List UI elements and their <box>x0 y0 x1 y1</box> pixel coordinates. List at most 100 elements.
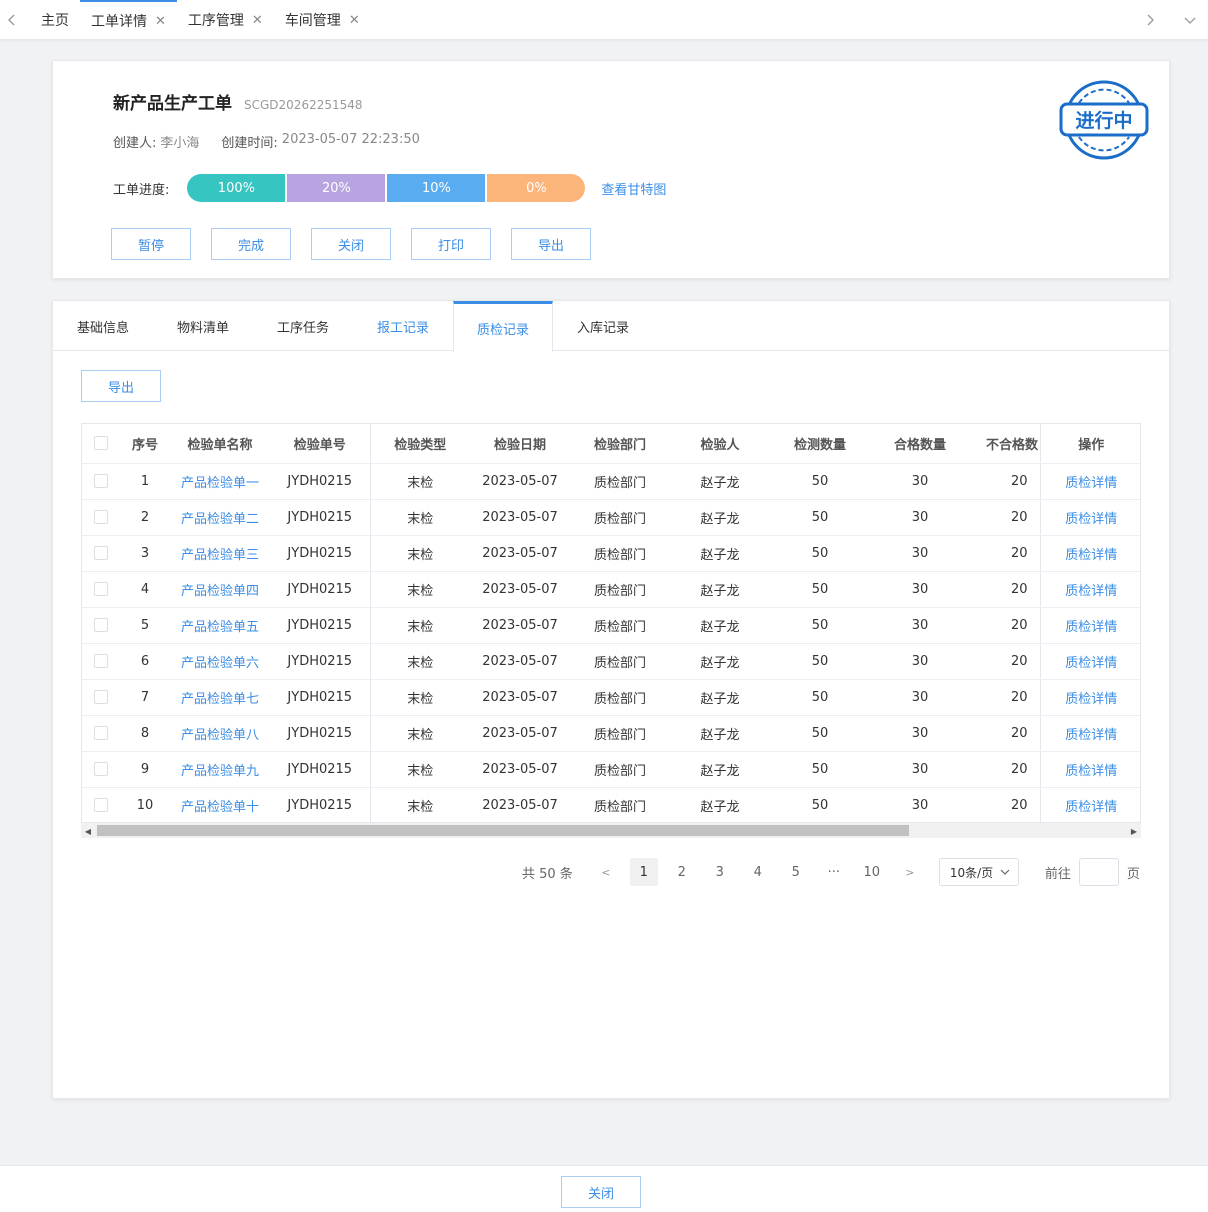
page-number[interactable]: 1 <box>629 858 658 886</box>
inspection-dept: 质检部门 <box>570 535 670 572</box>
prev-page-icon[interactable]: < <box>592 858 620 886</box>
inspection-name-link[interactable]: 产品检验单一 <box>170 463 270 500</box>
detail-tab[interactable]: 基础信息 <box>53 301 153 351</box>
row-checkbox[interactable] <box>82 463 120 500</box>
chevron-right-icon[interactable] <box>1138 0 1162 40</box>
page-size-select[interactable]: 10条/页 <box>938 858 1019 886</box>
inspection-dept: 质检部门 <box>570 787 670 824</box>
inspection-type: 末检 <box>370 463 470 500</box>
table-row: 1 产品检验单一 JYDH0215 末检 2023-05-07 质检部门 赵子龙 50 30 20… <box>82 463 1140 500</box>
horizontal-scrollbar[interactable]: ◀ ▶ <box>81 822 1141 838</box>
more-pages-icon[interactable]: ··· <box>820 858 848 886</box>
row-checkbox[interactable] <box>82 751 120 788</box>
page-number[interactable]: 5 <box>782 858 810 886</box>
chevron-left-icon[interactable] <box>0 0 24 40</box>
top-tab-label: 主页 <box>41 13 69 29</box>
row-checkbox[interactable] <box>82 535 120 572</box>
progress-row: 工单进度: 100% 20% 10% 0% 查看甘特图 <box>113 174 666 202</box>
inspection-name-link[interactable]: 产品检验单三 <box>170 535 270 572</box>
detail-link[interactable]: 质检详情 <box>1039 715 1140 752</box>
inspection-type: 末检 <box>370 787 470 824</box>
row-checkbox[interactable] <box>82 787 120 824</box>
row-checkbox[interactable] <box>82 607 120 644</box>
inspection-name-link[interactable]: 产品检验单五 <box>170 607 270 644</box>
inspection-name-link[interactable]: 产品检验单二 <box>170 499 270 536</box>
pass-qty: 30 <box>870 607 970 644</box>
page-number[interactable]: 10 <box>858 858 886 886</box>
work-order-header-card: 新产品生产工单 SCGD20262251548 创建人: 李小海 创建时间: 2… <box>52 60 1170 279</box>
top-tab-label: 工序管理 <box>187 13 244 29</box>
select-all-checkbox[interactable] <box>82 424 120 464</box>
stamp-text: 进行中 <box>1075 109 1132 132</box>
inspection-type: 末检 <box>370 535 470 572</box>
inspection-date: 2023-05-07 <box>470 787 570 824</box>
export-button[interactable]: 导出 <box>511 228 591 260</box>
top-tab[interactable]: 主页 <box>30 0 80 40</box>
scroll-left-arrow-icon[interactable]: ◀ <box>81 823 95 839</box>
detail-link[interactable]: 质检详情 <box>1039 787 1140 824</box>
detail-link[interactable]: 质检详情 <box>1039 499 1140 536</box>
progress-segment: 10% <box>387 174 486 202</box>
inspection-date: 2023-05-07 <box>470 643 570 680</box>
export-button[interactable]: 导出 <box>81 370 161 402</box>
detail-tab[interactable]: 工序任务 <box>253 301 353 351</box>
top-tab[interactable]: 工序管理 ✕ <box>177 0 274 40</box>
row-checkbox[interactable] <box>82 643 120 680</box>
top-tab[interactable]: 车间管理 ✕ <box>274 0 371 40</box>
row-checkbox[interactable] <box>82 679 120 716</box>
inspection-date: 2023-05-07 <box>470 715 570 752</box>
gantt-chart-link[interactable]: 查看甘特图 <box>601 179 666 198</box>
detail-link[interactable]: 质检详情 <box>1039 607 1140 644</box>
detail-tab[interactable]: 质检记录 <box>453 301 553 352</box>
meta-row: 创建人: 李小海 创建时间: 2023-05-07 22:23:50 <box>113 132 442 151</box>
inspection-name-link[interactable]: 产品检验单十 <box>170 787 270 824</box>
close-icon[interactable]: ✕ <box>252 13 263 28</box>
complete-button[interactable]: 完成 <box>211 228 291 260</box>
inspection-name-link[interactable]: 产品检验单六 <box>170 643 270 680</box>
chevron-down-icon[interactable] <box>1178 0 1202 40</box>
detail-tab[interactable]: 报工记录 <box>353 301 453 351</box>
page-number[interactable]: 4 <box>744 858 772 886</box>
detail-link[interactable]: 质检详情 <box>1039 463 1140 500</box>
detail-link[interactable]: 质检详情 <box>1039 679 1140 716</box>
test-qty: 50 <box>770 715 870 752</box>
close-icon[interactable]: ✕ <box>155 14 166 29</box>
next-page-icon[interactable]: > <box>896 858 924 886</box>
row-checkbox[interactable] <box>82 715 120 752</box>
detail-link[interactable]: 质检详情 <box>1039 535 1140 572</box>
detail-tab[interactable]: 入库记录 <box>553 301 653 351</box>
table-row: 4 产品检验单四 JYDH0215 末检 2023-05-07 质检部门 赵子龙 50 30 20… <box>82 571 1140 608</box>
print-button[interactable]: 打印 <box>411 228 491 260</box>
scrollbar-thumb[interactable] <box>97 825 909 836</box>
detail-link[interactable]: 质检详情 <box>1039 643 1140 680</box>
inspection-name-link[interactable]: 产品检验单四 <box>170 571 270 608</box>
top-tab[interactable]: 工单详情 ✕ <box>80 0 177 40</box>
detail-link[interactable]: 质检详情 <box>1039 751 1140 788</box>
inspection-name-link[interactable]: 产品检验单七 <box>170 679 270 716</box>
pass-qty: 30 <box>870 679 970 716</box>
pass-qty: 30 <box>870 643 970 680</box>
row-checkbox[interactable] <box>82 571 120 608</box>
table-row: 8 产品检验单八 JYDH0215 末检 2023-05-07 质检部门 赵子龙 50 30 20… <box>82 715 1140 752</box>
fail-qty: 20 <box>970 535 1040 572</box>
close-button[interactable]: 关闭 <box>311 228 391 260</box>
pass-qty: 30 <box>870 535 970 572</box>
pass-qty: 30 <box>870 571 970 608</box>
inspection-type: 末检 <box>370 499 470 536</box>
footer-close-button[interactable]: 关闭 <box>561 1176 641 1208</box>
goto-page-input[interactable] <box>1078 858 1119 886</box>
progress-bar: 100% 20% 10% 0% <box>187 174 586 202</box>
inspection-dept: 质检部门 <box>570 643 670 680</box>
inspector: 赵子龙 <box>670 679 770 716</box>
scroll-right-arrow-icon[interactable]: ▶ <box>1127 823 1141 839</box>
table-row: 2 产品检验单二 JYDH0215 末检 2023-05-07 质检部门 赵子龙 50 30 20… <box>82 499 1140 536</box>
detail-link[interactable]: 质检详情 <box>1039 571 1140 608</box>
pause-button[interactable]: 暂停 <box>111 228 191 260</box>
inspection-name-link[interactable]: 产品检验单九 <box>170 751 270 788</box>
page-number[interactable]: 3 <box>706 858 734 886</box>
detail-tab[interactable]: 物料清单 <box>153 301 253 351</box>
close-icon[interactable]: ✕ <box>349 13 360 28</box>
inspection-name-link[interactable]: 产品检验单八 <box>170 715 270 752</box>
row-checkbox[interactable] <box>82 499 120 536</box>
page-number[interactable]: 2 <box>668 858 696 886</box>
